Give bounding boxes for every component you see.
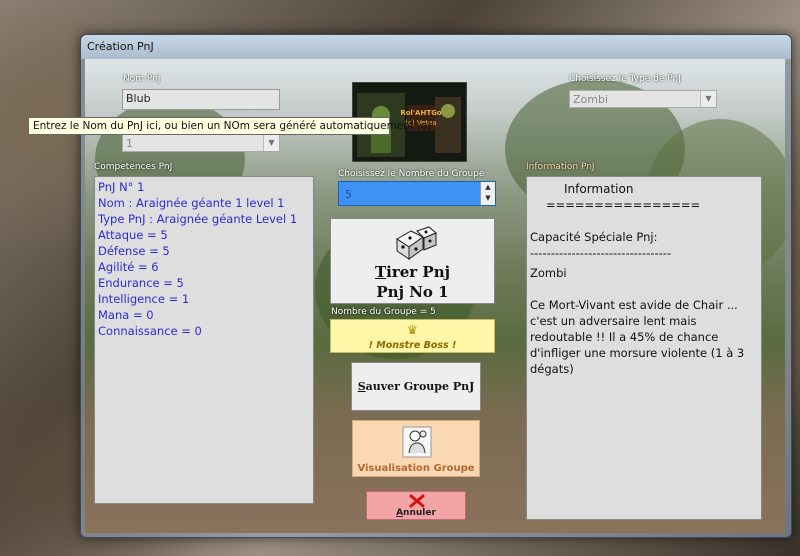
visualisation-groupe-button[interactable]: Visualisation Groupe bbox=[352, 420, 480, 477]
information-label: Information PnJ bbox=[526, 162, 595, 172]
annuler-button[interactable]: Annuler bbox=[366, 491, 466, 520]
monstre-boss-toggle[interactable]: ♛ ! Monstre Boss ! bbox=[330, 319, 495, 353]
visualisation-label: Visualisation Groupe bbox=[357, 463, 475, 474]
type-pnj-label: Choisissez le Type de PnJ bbox=[569, 74, 681, 84]
competence-line: Attaque = 5 bbox=[98, 228, 168, 242]
info-separator: ================ bbox=[546, 198, 701, 212]
competence-line: Connaissance = 0 bbox=[98, 324, 202, 338]
dice-icon bbox=[396, 226, 437, 260]
crown-icon: ♛ bbox=[407, 323, 418, 337]
chevron-down-icon[interactable]: ▼ bbox=[263, 135, 279, 151]
tirer-pnj-button[interactable]: Tirer Pnj Pnj No 1 bbox=[330, 218, 495, 304]
nom-pnj-label: Nom Pnj bbox=[123, 74, 161, 84]
level-select-value: 1 bbox=[126, 137, 133, 150]
type-pnj-select[interactable]: Zombi ▼ bbox=[569, 90, 717, 108]
nom-pnj-input[interactable]: Blub bbox=[122, 89, 280, 110]
red-x-icon bbox=[409, 494, 425, 508]
competence-line: Défense = 5 bbox=[98, 244, 170, 258]
window-title: Création PnJ bbox=[87, 40, 154, 53]
nombre-du-groupe-label: Nombre du Groupe = 5 bbox=[331, 307, 436, 317]
group-count-value: 5 bbox=[345, 188, 352, 201]
competences-label: Competences PnJ bbox=[94, 162, 173, 172]
competence-line: Mana = 0 bbox=[98, 308, 154, 322]
competences-list[interactable]: PnJ N° 1 Nom : Araignée géante 1 level 1 T… bbox=[94, 176, 314, 504]
group-count-spinner[interactable]: 5 ▲ ▼ bbox=[338, 181, 496, 206]
character-icon bbox=[402, 426, 432, 458]
nom-tooltip: Entrez le Nom du PnJ ici, ou bien un NOm… bbox=[28, 117, 431, 135]
competence-line: Agilité = 6 bbox=[98, 260, 159, 274]
competence-line: Intelligence = 1 bbox=[98, 292, 190, 306]
competence-line: Nom : Araignée géante 1 level 1 bbox=[98, 196, 285, 210]
tirer-label: Tirer Pnj bbox=[374, 263, 451, 281]
competence-line: Type PnJ : Araignée géante Level 1 bbox=[98, 212, 298, 226]
info-dashes: ---------------------------------- bbox=[530, 246, 672, 260]
competence-line: Endurance = 5 bbox=[98, 276, 184, 290]
chevron-down-icon[interactable]: ▼ bbox=[700, 91, 716, 107]
info-description: Ce Mort-Vivant est avide de Chair ... c'… bbox=[530, 298, 748, 376]
sauver-groupe-button[interactable]: Sauver Groupe PnJ bbox=[351, 362, 481, 411]
logo-line1: Rol'AHTGo bbox=[400, 109, 442, 117]
info-type: Zombi bbox=[530, 266, 567, 280]
title-bar[interactable]: Création PnJ bbox=[81, 35, 791, 59]
info-capacite: Capacité Spéciale Pnj: bbox=[530, 230, 658, 244]
chevron-down-icon[interactable]: ▼ bbox=[481, 193, 495, 204]
competence-line: PnJ N° 1 bbox=[98, 180, 145, 194]
chevron-up-icon[interactable]: ▲ bbox=[481, 182, 495, 193]
nombre-groupe-label: Choisissez le Nombre du Groupe bbox=[338, 169, 485, 179]
pnj-number-label: Pnj No 1 bbox=[376, 283, 449, 301]
info-heading: Information bbox=[564, 182, 634, 196]
type-pnj-select-value: Zombi bbox=[573, 93, 609, 106]
information-panel[interactable]: Information ================ Capacité Sp… bbox=[526, 176, 762, 520]
level-select[interactable]: 1 ▼ bbox=[122, 134, 280, 152]
monstre-boss-label: ! Monstre Boss ! bbox=[368, 340, 457, 351]
annuler-label: Annuler bbox=[396, 508, 436, 518]
